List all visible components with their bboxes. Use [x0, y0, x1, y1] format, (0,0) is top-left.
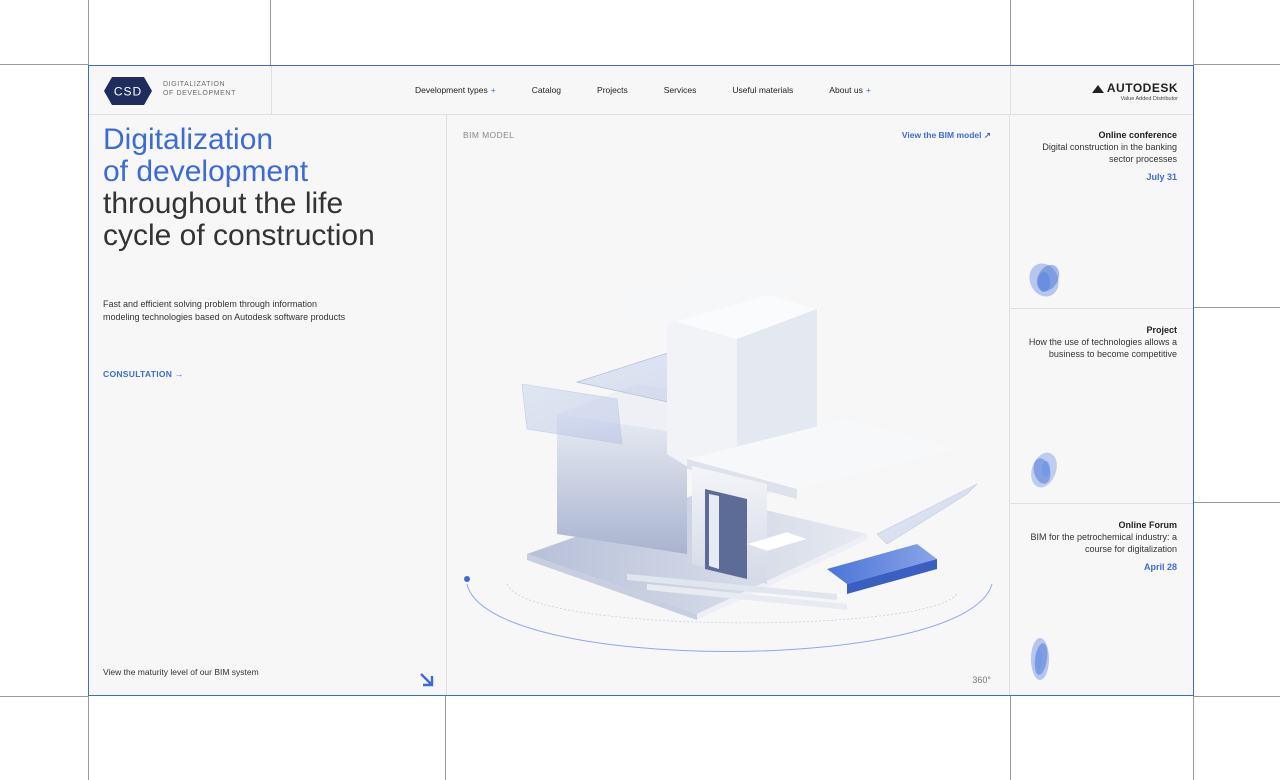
- view-bim-model-link[interactable]: View the BIM model ↗: [902, 130, 991, 141]
- hero-title: Digitalization of development throughout…: [103, 124, 375, 252]
- hero-line1: Digitalization: [103, 123, 274, 156]
- brand-name: AUTODESK: [1106, 81, 1178, 95]
- event-card[interactable]: Online conference Digital construction i…: [1010, 114, 1193, 308]
- event-description: Digital construction in the banking sect…: [1042, 142, 1177, 164]
- grid-line: [1194, 696, 1280, 697]
- hero-lead: Fast and efficient solving problem throu…: [103, 299, 346, 322]
- model-door-glass: [709, 494, 719, 569]
- event-description: How the use of technologies allows a bus…: [1028, 337, 1177, 359]
- event-date: July 31: [1146, 172, 1177, 182]
- blob-graphic-icon: [1031, 638, 1049, 680]
- grid-line: [1010, 696, 1011, 780]
- events-column: Online conference Digital construction i…: [1010, 114, 1193, 695]
- logo-link[interactable]: CSD DIGITALIZATION OF DEVELOPMENT: [89, 66, 272, 114]
- event-type: Online Forum: [1118, 520, 1178, 530]
- event-type: Project: [1146, 325, 1177, 335]
- site-header: CSD DIGITALIZATION OF DEVELOPMENT Develo…: [89, 66, 1193, 115]
- bim-model-label: BIM MODEL: [463, 130, 515, 140]
- hero-line3: throughout the life: [103, 187, 344, 220]
- page-frame: CSD DIGITALIZATION OF DEVELOPMENT Develo…: [88, 65, 1194, 696]
- event-date: April 28: [1143, 562, 1177, 572]
- partner-brand[interactable]: AUTODESK Value Added Distributor: [1010, 66, 1193, 114]
- nav-about-us[interactable]: About us +: [829, 85, 871, 95]
- blob-graphic-icon: [1031, 452, 1057, 488]
- grid-line: [0, 696, 88, 697]
- hero-line2: of development: [103, 155, 309, 188]
- nav-catalog[interactable]: Catalog: [532, 85, 561, 95]
- autodesk-logo-icon: [1091, 85, 1104, 93]
- logo-badge-icon: CSD: [104, 77, 152, 105]
- nav-useful-materials[interactable]: Useful materials: [732, 85, 793, 95]
- nav-projects[interactable]: Projects: [597, 85, 628, 95]
- logo-caption-line2: OF DEVELOPMENT: [163, 90, 236, 97]
- nav-services[interactable]: Services: [664, 85, 697, 95]
- grid-line: [270, 0, 271, 65]
- event-card[interactable]: Project How the use of technologies allo…: [1010, 309, 1193, 503]
- nav-development-types[interactable]: Development types +: [415, 85, 496, 95]
- plus-icon: +: [865, 85, 871, 95]
- hero-line4: cycle of construction: [103, 219, 375, 252]
- event-type: Online conference: [1098, 130, 1177, 140]
- maturity-link[interactable]: View the maturity level of our BIM syste…: [103, 667, 273, 678]
- orbit-handle[interactable]: [464, 576, 470, 582]
- logo-caption-line1: DIGITALIZATION: [163, 81, 226, 88]
- bim-house-model[interactable]: [447, 114, 1009, 695]
- grid-line: [1194, 307, 1280, 308]
- consultation-link[interactable]: CONSULTATION →: [103, 369, 184, 379]
- grid-line: [1194, 502, 1280, 503]
- main-nav: Development types + Catalog Projects Serv…: [415, 66, 907, 114]
- brand-subtitle: Value Added Distributor: [1120, 96, 1178, 102]
- event-description: BIM for the petrochemical industry: a co…: [1030, 532, 1177, 554]
- blob-graphic-icon: [1029, 263, 1060, 297]
- logo-caption: DIGITALIZATION OF DEVELOPMENT: [163, 80, 236, 98]
- arrow-down-right-icon[interactable]: [419, 672, 435, 688]
- model-glass-panel: [521, 383, 623, 445]
- bim-model-panel: BIM MODEL View the BIM model ↗ 360°: [447, 114, 1010, 695]
- grid-line: [445, 696, 446, 780]
- rotation-indicator: 360°: [972, 675, 991, 685]
- grid-line: [1010, 0, 1011, 65]
- logo-text: CSD: [114, 85, 142, 99]
- hero-section: Digitalization of development throughout…: [89, 114, 447, 695]
- grid-line: [0, 64, 88, 65]
- model-glass-fin: [876, 483, 978, 545]
- event-card[interactable]: Online Forum BIM for the petrochemical i…: [1010, 504, 1193, 695]
- plus-icon: +: [490, 85, 496, 95]
- grid-line: [1194, 64, 1280, 65]
